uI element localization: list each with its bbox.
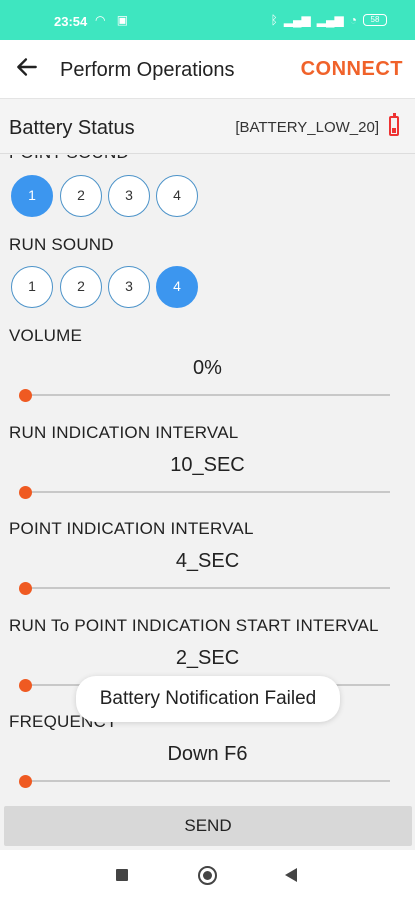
circle-icon[interactable]	[198, 866, 217, 885]
run-indication-interval-slider-track[interactable]	[25, 491, 390, 493]
battery-status-label: Battery Status	[9, 117, 135, 139]
point-indication-interval-value: 4_SEC	[175, 550, 240, 572]
app-bar: Perform Operations CONNECT	[0, 40, 415, 98]
point-indication-interval-slider-track[interactable]	[25, 587, 390, 589]
status-time: 23:54	[54, 14, 88, 29]
volume-label: VOLUME	[9, 326, 82, 345]
point-sound-option-1[interactable]: 1	[11, 175, 53, 217]
run-to-point-interval-slider-thumb[interactable]	[19, 679, 32, 692]
run-to-point-interval-value: 2_SEC	[175, 647, 240, 669]
toast-message: Battery Notification Failed	[76, 676, 340, 722]
point-sound-option-4[interactable]: 4	[156, 175, 198, 217]
volume-slider-track[interactable]	[25, 394, 390, 396]
battery-status-value: [BATTERY_LOW_20]	[235, 119, 379, 136]
run-indication-interval-label: RUN INDICATION INTERVAL	[9, 423, 239, 442]
triangle-back-icon[interactable]	[285, 868, 297, 882]
frequency-slider-track[interactable]	[25, 780, 390, 782]
battery-status-icon: 58	[363, 14, 387, 26]
volume-slider-thumb[interactable]	[19, 389, 32, 402]
run-sound-option-1[interactable]: 1	[11, 266, 53, 308]
signal-icon: ▂▄▆	[283, 13, 311, 27]
navigation-bar	[0, 850, 415, 900]
square-icon[interactable]	[116, 869, 128, 881]
battery-low-icon	[389, 113, 399, 136]
point-sound-option-2[interactable]: 2	[60, 175, 102, 217]
wifi-icon: ◔	[349, 13, 357, 27]
status-bar: 23:54 ◠ ▣ ᛒ ▂▄▆ ▂▄▆ ◔ 58	[0, 0, 415, 40]
send-button[interactable]: SEND	[4, 806, 412, 846]
volume-value: 0%	[193, 357, 222, 379]
notification-icons: ◠ ▣	[95, 13, 133, 27]
bluetooth-icon: ᛒ	[270, 13, 278, 27]
run-to-point-interval-label: RUN To POINT INDICATION START INTERVAL	[9, 616, 379, 635]
point-sound-label: POINT SOUND	[9, 155, 129, 163]
frequency-slider-thumb[interactable]	[19, 775, 32, 788]
connect-button[interactable]: CONNECT	[301, 58, 403, 81]
run-indication-interval-slider-thumb[interactable]	[19, 486, 32, 499]
run-sound-option-2[interactable]: 2	[60, 266, 102, 308]
arrow-left-icon[interactable]	[14, 54, 40, 80]
run-sound-option-4[interactable]: 4	[156, 266, 198, 308]
page-title: Perform Operations	[60, 59, 235, 81]
run-sound-label: RUN SOUND	[9, 235, 114, 254]
battery-status-bar: Battery Status [BATTERY_LOW_20]	[0, 98, 415, 154]
signal-icon-2: ▂▄▆	[316, 13, 344, 27]
run-indication-interval-value: 10_SEC	[170, 454, 245, 476]
run-sound-option-3[interactable]: 3	[108, 266, 150, 308]
point-indication-interval-label: POINT INDICATION INTERVAL	[9, 519, 254, 538]
point-sound-option-3[interactable]: 3	[108, 175, 150, 217]
frequency-value: Down F6	[167, 743, 248, 765]
system-icons: ᛒ ▂▄▆ ▂▄▆ ◔ 58	[271, 13, 387, 27]
point-indication-interval-slider-thumb[interactable]	[19, 582, 32, 595]
